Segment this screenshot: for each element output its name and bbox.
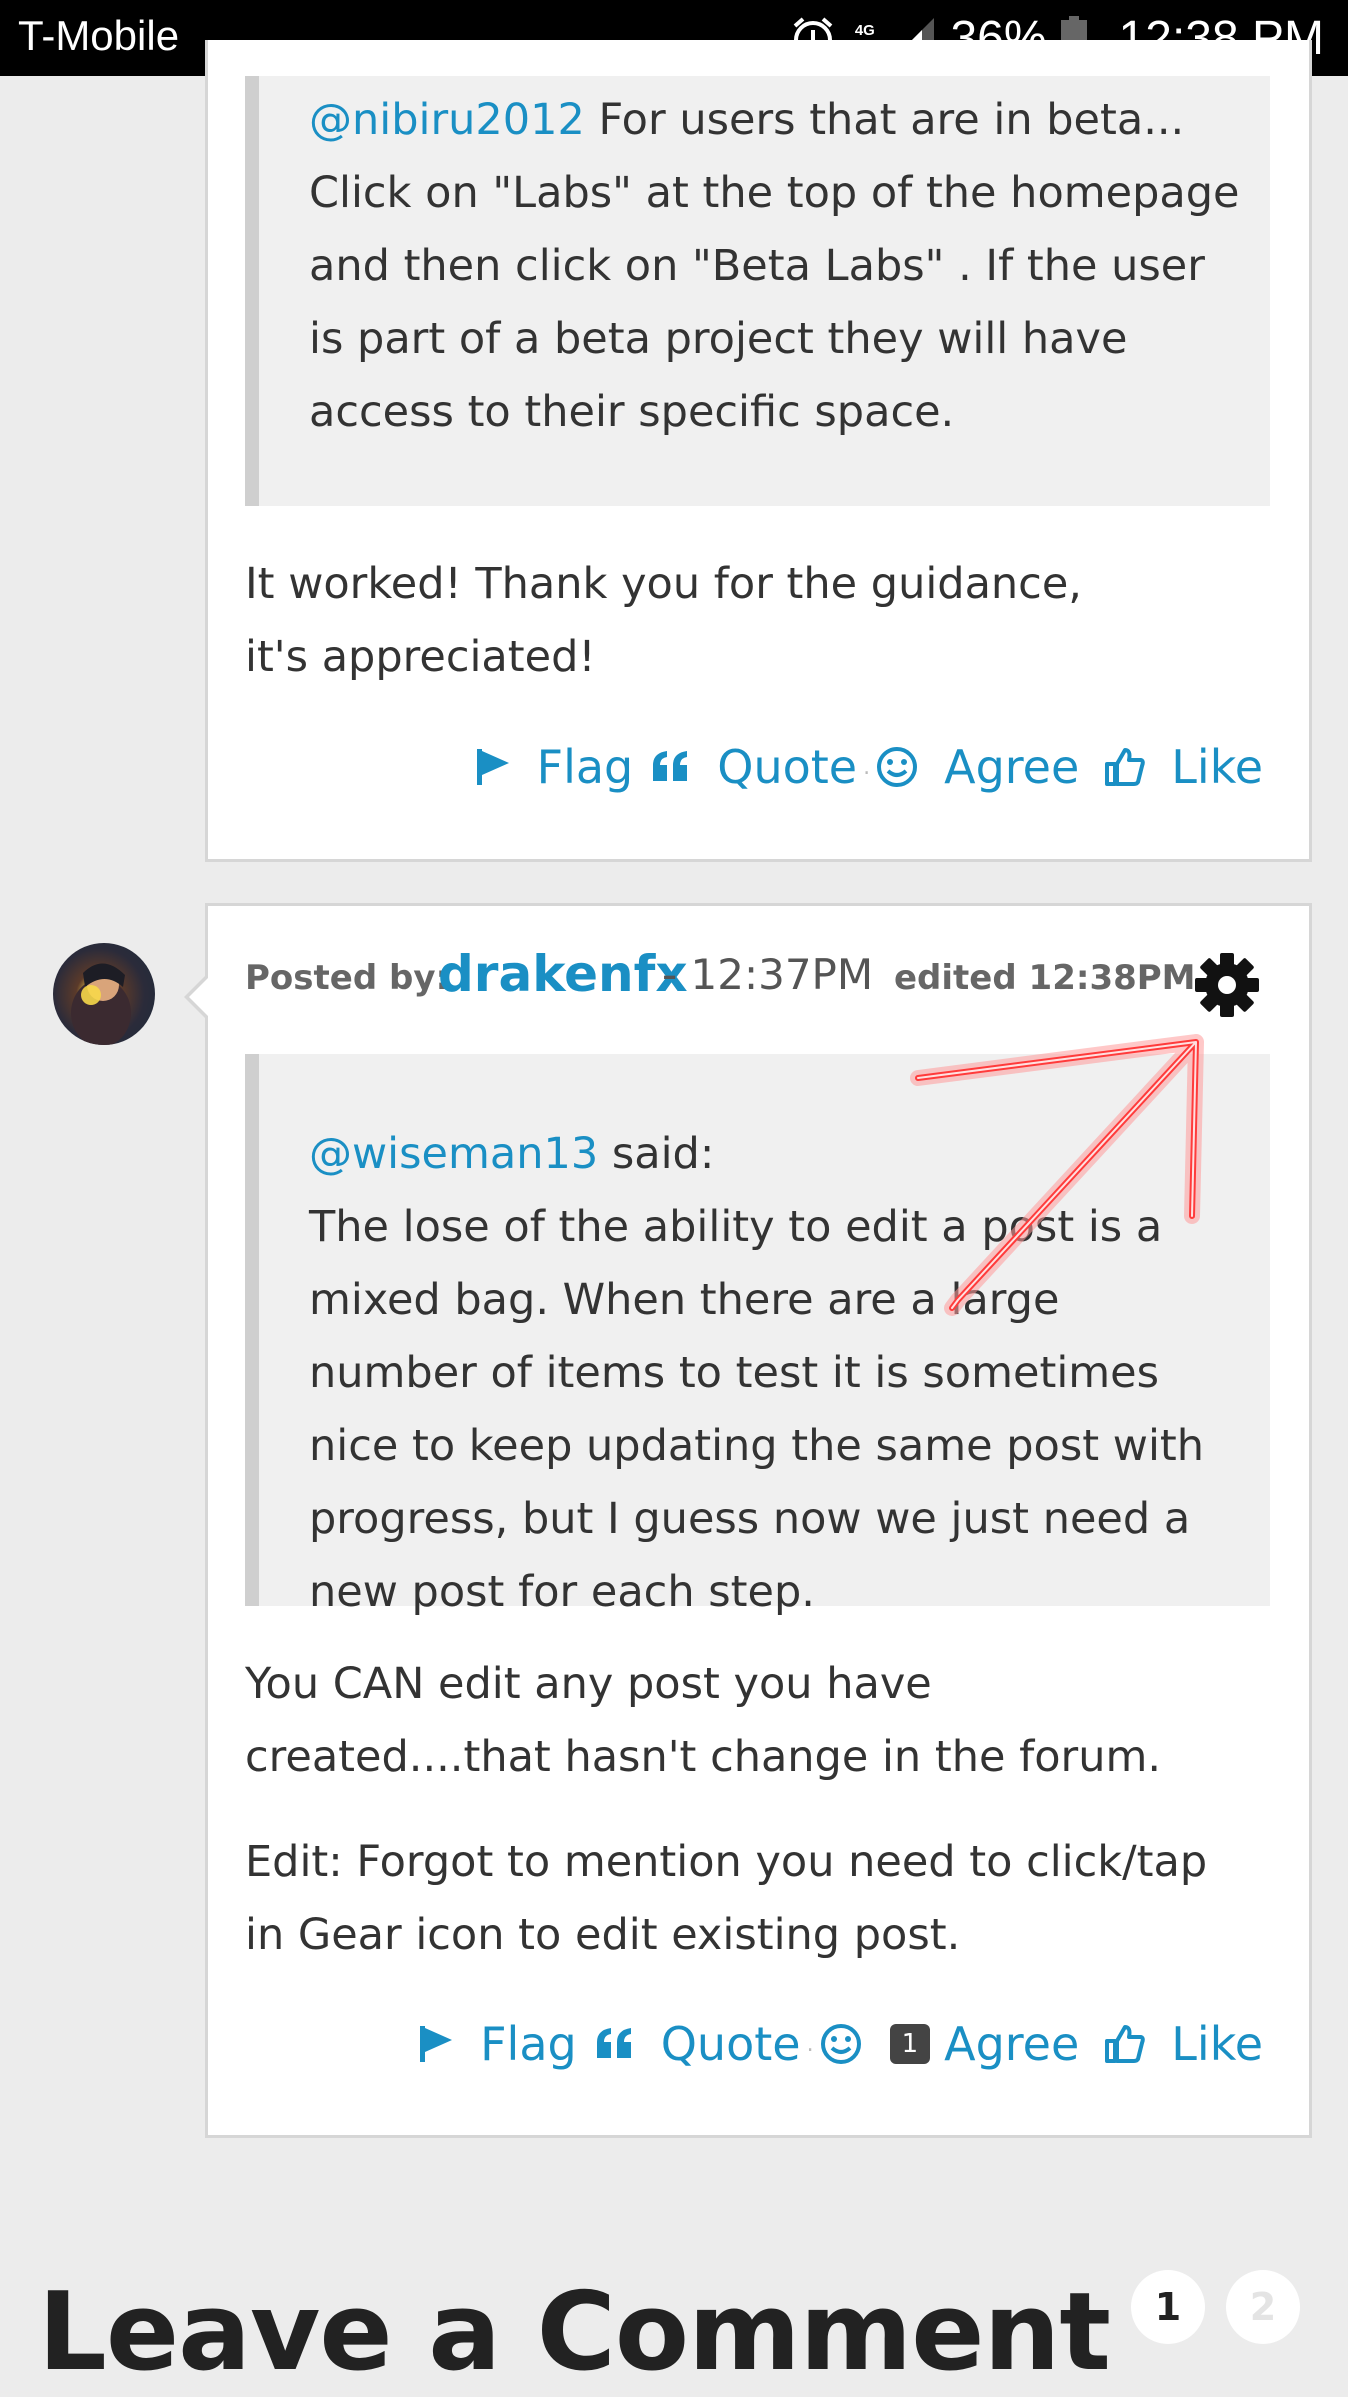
leave-comment-title: Leave a Comment (38, 2270, 1111, 2395)
page-1-button[interactable]: 1 (1131, 2270, 1205, 2344)
page-2-button[interactable]: 2 (1226, 2270, 1300, 2344)
annotation-arrow (910, 1034, 1204, 1316)
